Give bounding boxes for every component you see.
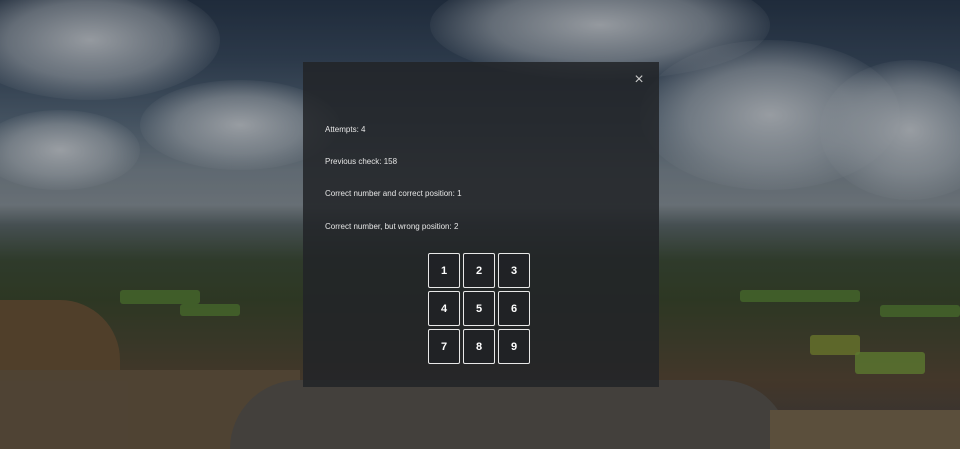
previous-check-value: 158 (383, 157, 398, 166)
mastermind-dialog: × Attempts: 4 Previous check: 158 Correc… (303, 62, 659, 387)
previous-check-text: Previous check: 158 (325, 157, 397, 167)
close-icon[interactable]: × (631, 72, 647, 88)
key-8-button[interactable]: 8 (463, 329, 495, 364)
key-9-button[interactable]: 9 (498, 329, 530, 364)
correct-position-text: Correct number and correct position: 1 (325, 189, 462, 199)
key-5-button[interactable]: 5 (463, 291, 495, 326)
wrong-position-label: Correct number, but wrong position: (325, 222, 452, 231)
attempts-value: 4 (361, 125, 366, 134)
key-6-button[interactable]: 6 (498, 291, 530, 326)
key-3-button[interactable]: 3 (498, 253, 530, 288)
key-1-button[interactable]: 1 (428, 253, 460, 288)
attempts-label: Attempts: (325, 125, 359, 134)
key-7-button[interactable]: 7 (428, 329, 460, 364)
wrong-position-value: 2 (453, 222, 459, 231)
key-2-button[interactable]: 2 (463, 253, 495, 288)
correct-position-value: 1 (457, 189, 462, 198)
attempts-text: Attempts: 4 (325, 125, 365, 135)
key-4-button[interactable]: 4 (428, 291, 460, 326)
number-keypad: 1 2 3 4 5 6 7 8 9 (428, 253, 531, 364)
previous-check-label: Previous check: (325, 157, 382, 166)
wrong-position-text: Correct number, but wrong position: 2 (325, 222, 458, 232)
correct-position-label: Correct number and correct position: (325, 189, 455, 198)
